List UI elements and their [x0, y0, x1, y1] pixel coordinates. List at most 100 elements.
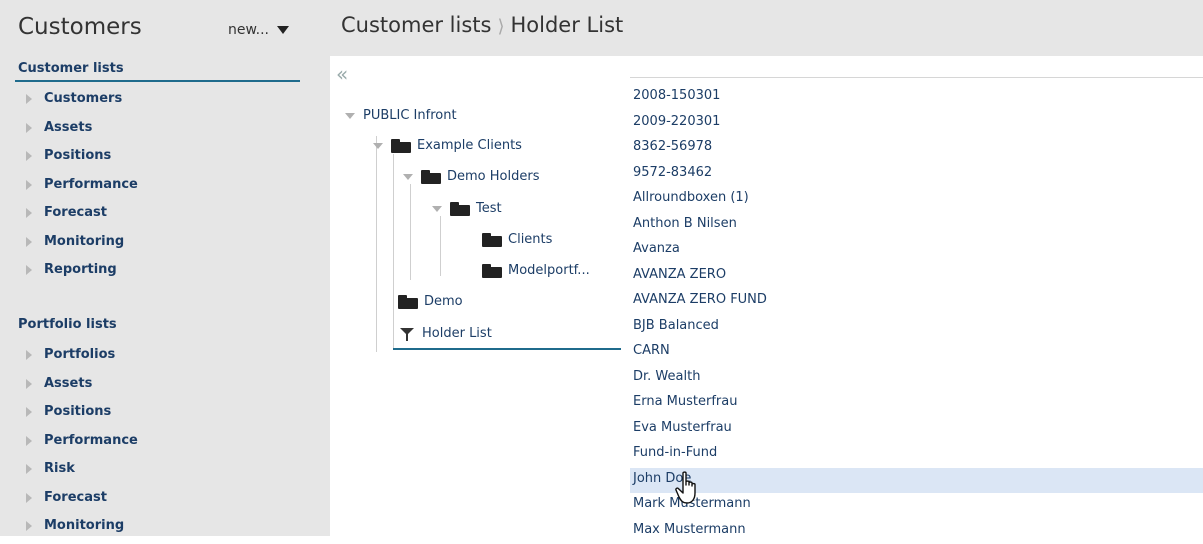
- list-item[interactable]: 8362-56978: [630, 136, 1203, 162]
- folder-icon: [421, 170, 441, 184]
- expand-arrow-icon: [26, 379, 32, 389]
- breadcrumb-parent[interactable]: Customer lists: [341, 13, 491, 37]
- folder-icon: [398, 295, 418, 309]
- list-item[interactable]: Mark Mustermann: [630, 493, 1203, 519]
- tree-guide-line: [410, 184, 411, 280]
- expand-arrow-icon: [26, 436, 32, 446]
- sidebar-item-label: Monitoring: [44, 518, 124, 533]
- list-item[interactable]: Eva Musterfrau: [630, 417, 1203, 443]
- expand-arrow-icon: [26, 407, 32, 417]
- sidebar-item-monitoring[interactable]: Monitoring: [0, 514, 138, 536]
- sidebar-item-label: Positions: [44, 404, 111, 419]
- folder-icon: [391, 139, 411, 153]
- tree-node-label: Modelportf...: [508, 263, 590, 278]
- breadcrumb: Customer lists⟩Holder List: [341, 13, 623, 37]
- tree-node-label: Clients: [508, 232, 552, 247]
- sidebar-item-label: Assets: [44, 120, 92, 135]
- tree-node-label: Test: [476, 201, 502, 216]
- list-item[interactable]: Avanza: [630, 238, 1203, 264]
- tree-node-demo-holders[interactable]: Demo Holders: [403, 169, 539, 184]
- tree-node-example-clients[interactable]: Example Clients: [373, 138, 522, 153]
- sidebar-item-label: Portfolios: [44, 347, 115, 362]
- tree-node-clients[interactable]: Clients: [482, 232, 552, 247]
- tree-guide-line: [440, 216, 441, 276]
- collapse-arrow-icon: [373, 143, 383, 149]
- sidebar-item-label: Performance: [44, 433, 138, 448]
- sidebar-item-portfolios[interactable]: Portfolios: [0, 343, 138, 372]
- tree-guide-line: [393, 154, 394, 350]
- sidebar-item-label: Performance: [44, 177, 138, 192]
- sidebar-item-assets[interactable]: Assets: [0, 116, 138, 145]
- sidebar-item-positions[interactable]: Positions: [0, 144, 138, 173]
- collapse-arrow-icon: [432, 206, 442, 212]
- tree-node-label: Holder List: [422, 326, 492, 341]
- expand-arrow-icon: [26, 237, 32, 247]
- section-underline: [15, 80, 300, 82]
- portfolio-lists-menu: Portfolios Assets Positions Performance …: [0, 343, 138, 536]
- expand-arrow-icon: [26, 208, 32, 218]
- section-title-customer-lists[interactable]: Customer lists: [18, 61, 124, 76]
- new-menu-button[interactable]: new...: [228, 22, 289, 38]
- expand-arrow-icon: [26, 265, 32, 275]
- list-item[interactable]: Anthon B Nilsen: [630, 213, 1203, 239]
- expand-arrow-icon: [26, 180, 32, 190]
- expand-arrow-icon: [26, 464, 32, 474]
- list-item[interactable]: Max Mustermann: [630, 519, 1203, 544]
- sidebar-item-assets[interactable]: Assets: [0, 372, 138, 401]
- sidebar-item-performance[interactable]: Performance: [0, 429, 138, 458]
- list-item[interactable]: BJB Balanced: [630, 315, 1203, 341]
- selected-node-underline: [393, 348, 621, 350]
- list-item[interactable]: AVANZA ZERO FUND: [630, 289, 1203, 315]
- tree-node-modelportf[interactable]: Modelportf...: [482, 263, 590, 278]
- sidebar-item-label: Customers: [44, 91, 122, 106]
- sidebar-item-forecast[interactable]: Forecast: [0, 201, 138, 230]
- tree-node-test[interactable]: Test: [432, 201, 502, 216]
- sidebar-item-label: Forecast: [44, 205, 107, 220]
- sidebar-item-forecast[interactable]: Forecast: [0, 486, 138, 515]
- collapse-panel-icon[interactable]: «: [336, 62, 348, 86]
- sidebar-item-label: Risk: [44, 461, 75, 476]
- sidebar-item-label: Positions: [44, 148, 111, 163]
- section-title-portfolio-lists[interactable]: Portfolio lists: [18, 317, 117, 332]
- tree-node-holder-list[interactable]: Holder List: [400, 326, 492, 341]
- list-item[interactable]: Erna Musterfrau: [630, 391, 1203, 417]
- tree-node-demo[interactable]: Demo: [398, 294, 463, 309]
- folder-icon: [482, 264, 502, 278]
- sidebar-item-performance[interactable]: Performance: [0, 173, 138, 202]
- customer-lists-menu: Customers Assets Positions Performance F…: [0, 87, 138, 287]
- list-item[interactable]: 2009-220301: [630, 111, 1203, 137]
- sidebar-item-label: Assets: [44, 376, 92, 391]
- expand-arrow-icon: [26, 123, 32, 133]
- list-item[interactable]: Dr. Wealth: [630, 366, 1203, 392]
- list-item[interactable]: CARN: [630, 340, 1203, 366]
- holder-list: 2008-150301 2009-220301 8362-56978 9572-…: [630, 85, 1203, 544]
- list-item[interactable]: Fund-in-Fund: [630, 442, 1203, 468]
- tree-node-label: Demo Holders: [447, 169, 539, 184]
- sidebar-item-label: Monitoring: [44, 234, 124, 249]
- list-item[interactable]: 9572-83462: [630, 162, 1203, 188]
- breadcrumb-current: Holder List: [511, 13, 624, 37]
- list-item[interactable]: 2008-150301: [630, 85, 1203, 111]
- sidebar-item-label: Forecast: [44, 490, 107, 505]
- collapse-arrow-icon: [345, 113, 355, 119]
- sidebar-item-reporting[interactable]: Reporting: [0, 258, 138, 287]
- tree-node-label: PUBLIC Infront: [363, 108, 457, 123]
- tree-node-public-infront[interactable]: PUBLIC Infront: [345, 108, 457, 123]
- collapse-arrow-icon: [403, 174, 413, 180]
- list-item[interactable]: AVANZA ZERO: [630, 264, 1203, 290]
- expand-arrow-icon: [26, 493, 32, 503]
- tree-guide-line: [376, 136, 377, 352]
- sidebar-item-customers[interactable]: Customers: [0, 87, 138, 116]
- sidebar-item-positions[interactable]: Positions: [0, 400, 138, 429]
- expand-arrow-icon: [26, 350, 32, 360]
- header-bar: Customer lists⟩Holder List: [330, 0, 1203, 56]
- holder-list-panel: 2008-150301 2009-220301 8362-56978 9572-…: [630, 56, 1203, 536]
- sidebar-item-risk[interactable]: Risk: [0, 457, 138, 486]
- sidebar-item-monitoring[interactable]: Monitoring: [0, 230, 138, 259]
- folder-icon: [482, 233, 502, 247]
- list-item[interactable]: Allroundboxen (1): [630, 187, 1203, 213]
- expand-arrow-icon: [26, 94, 32, 104]
- folder-tree-panel: « PUBLIC Infront Example Clients Demo Ho…: [330, 56, 630, 536]
- list-item[interactable]: John Doe: [630, 468, 1203, 494]
- list-filter-input[interactable]: [630, 56, 1203, 78]
